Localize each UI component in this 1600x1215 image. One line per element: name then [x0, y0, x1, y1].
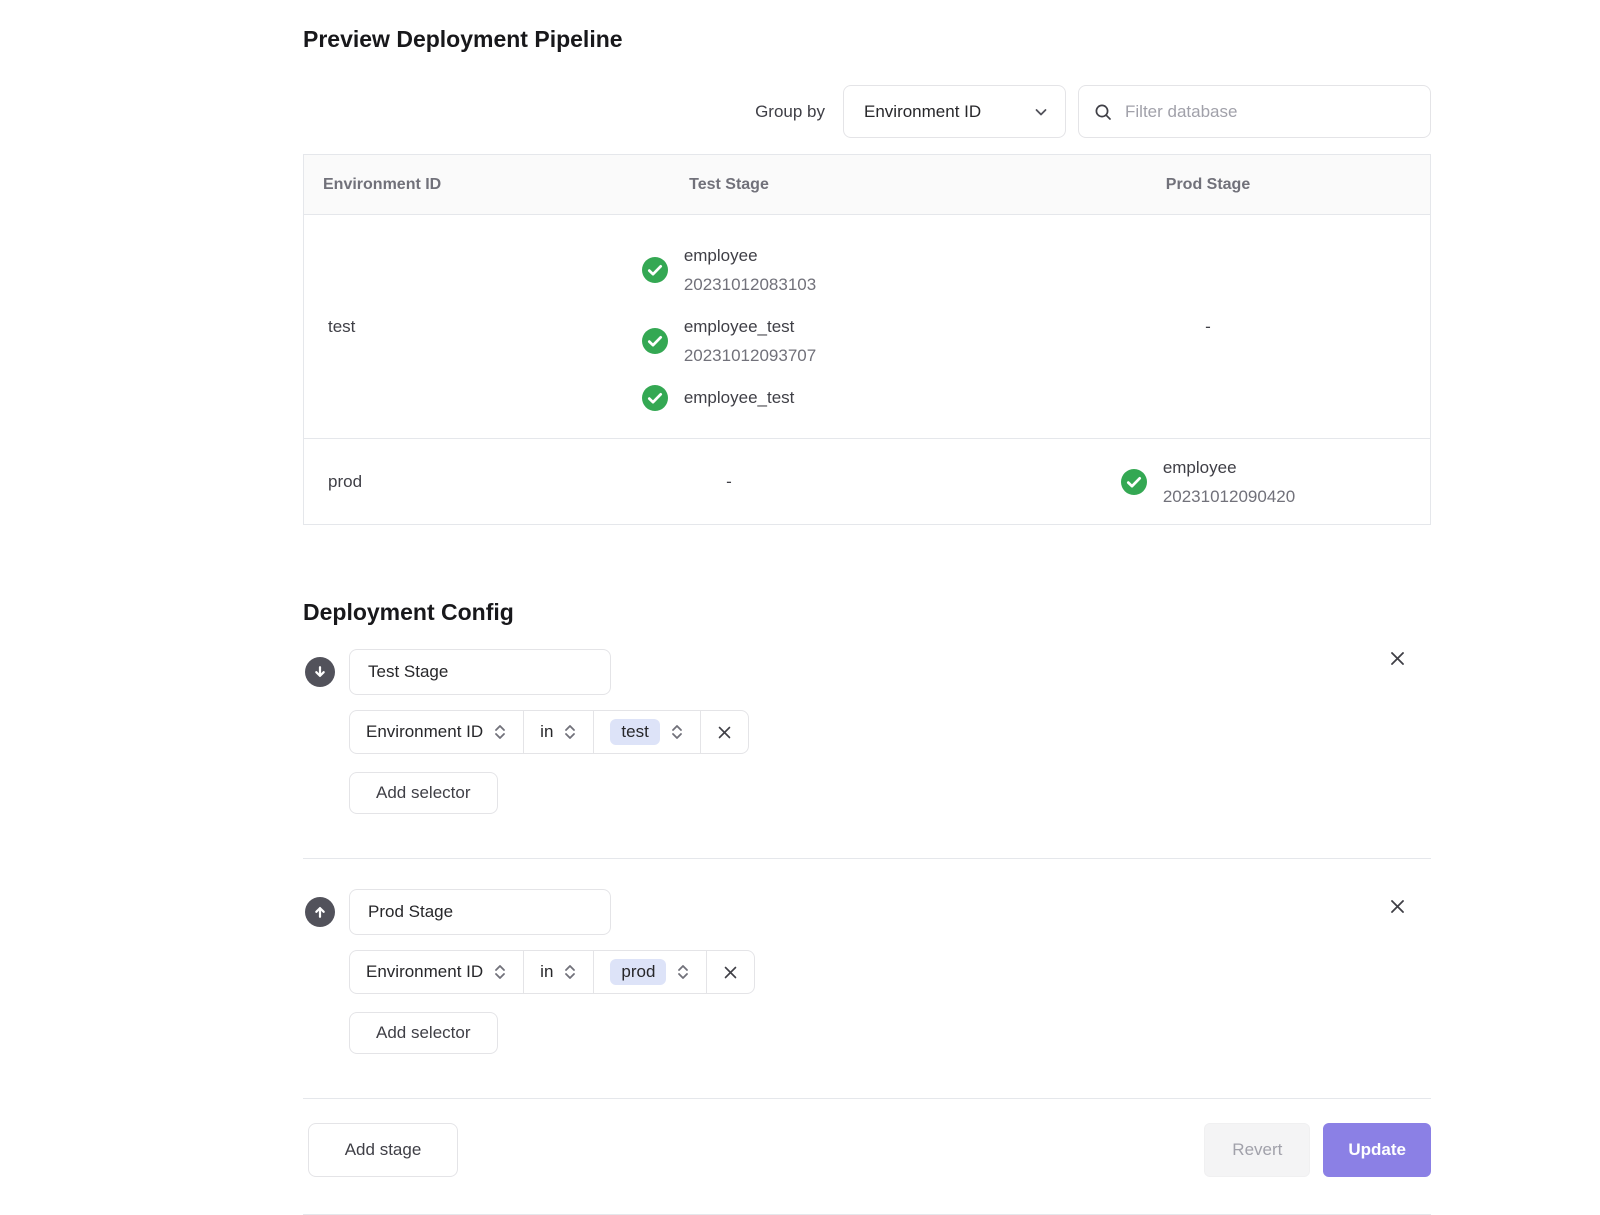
database-version: 20231012093707 — [684, 341, 816, 370]
filter-database-input[interactable] — [1123, 101, 1416, 123]
selector-value-select[interactable]: test — [593, 711, 699, 753]
success-check-icon — [1121, 469, 1147, 495]
remove-stage-button[interactable] — [1384, 893, 1411, 920]
up-down-chevrons-icon — [670, 723, 684, 741]
database-version: 20231012090420 — [1163, 482, 1295, 511]
column-header-test-stage: Test Stage — [474, 176, 984, 194]
pipeline-toolbar: Group by Environment ID — [303, 85, 1431, 138]
environment-id-cell: prod — [304, 472, 474, 492]
database-item: employee_test 20231012093707 — [642, 312, 816, 370]
add-stage-button[interactable]: Add stage — [308, 1123, 458, 1177]
remove-selector-button[interactable] — [700, 711, 748, 753]
deployment-config-title: Deployment Config — [303, 597, 1431, 627]
filter-database-box — [1078, 85, 1431, 138]
selector-group: Environment ID in prod — [349, 950, 755, 994]
selector-operator-value: in — [540, 962, 553, 982]
pipeline-table: Environment ID Test Stage Prod Stage tes… — [303, 154, 1431, 525]
database-list: employee 20231012083103 employee_test 20… — [642, 215, 816, 438]
stage-config-prod: Environment ID in prod — [303, 889, 1431, 1054]
selector-operator-select[interactable]: in — [523, 711, 593, 753]
group-by-select[interactable]: Environment ID — [843, 85, 1066, 138]
environment-id-cell: test — [304, 317, 474, 337]
database-name: employee — [684, 241, 816, 270]
group-by-selected-value: Environment ID — [864, 102, 981, 122]
up-down-chevrons-icon — [563, 723, 577, 741]
arrow-down-circle-icon — [305, 657, 335, 687]
database-item: employee_test — [642, 383, 816, 412]
arrow-up-circle-icon — [305, 897, 335, 927]
up-down-chevrons-icon — [493, 963, 507, 981]
close-icon — [716, 724, 733, 741]
page-title: Preview Deployment Pipeline — [303, 24, 1431, 54]
remove-stage-button[interactable] — [1384, 645, 1411, 672]
stage-name-input[interactable] — [349, 889, 611, 935]
up-down-chevrons-icon — [493, 723, 507, 741]
revert-button[interactable]: Revert — [1204, 1123, 1310, 1177]
database-name: employee — [1163, 453, 1295, 482]
chevron-down-icon — [1033, 104, 1049, 120]
column-header-environment-id: Environment ID — [304, 176, 474, 194]
close-icon — [1388, 897, 1407, 916]
selector-operator-select[interactable]: in — [523, 951, 593, 993]
stage-config-test: Environment ID in test — [303, 649, 1431, 814]
database-name: employee_test — [684, 383, 795, 412]
selector-key-select[interactable]: Environment ID — [350, 711, 523, 753]
selector-value-tag: prod — [610, 959, 666, 985]
up-down-chevrons-icon — [676, 963, 690, 981]
database-name: employee_test — [684, 312, 816, 341]
test-stage-cell: employee 20231012083103 employee_test 20… — [474, 215, 984, 438]
add-selector-button[interactable]: Add selector — [349, 772, 498, 814]
success-check-icon — [642, 385, 668, 411]
column-header-prod-stage: Prod Stage — [984, 176, 1432, 194]
close-icon — [722, 964, 739, 981]
selector-group: Environment ID in test — [349, 710, 749, 754]
prod-stage-empty-cell: - — [984, 317, 1432, 337]
prod-stage-cell: employee 20231012090420 — [984, 453, 1432, 511]
search-icon — [1093, 102, 1113, 122]
update-button[interactable]: Update — [1323, 1123, 1431, 1177]
database-version: 20231012083103 — [684, 270, 816, 299]
selector-value-tag: test — [610, 719, 659, 745]
group-by-label: Group by — [755, 102, 825, 122]
add-selector-button[interactable]: Add selector — [349, 1012, 498, 1054]
up-down-chevrons-icon — [563, 963, 577, 981]
selector-key-value: Environment ID — [366, 722, 483, 742]
section-divider — [303, 1098, 1431, 1099]
table-row: test employee 20231012083103 — [304, 215, 1430, 439]
config-footer: Add stage Revert Update — [303, 1123, 1431, 1177]
table-header-row: Environment ID Test Stage Prod Stage — [304, 155, 1430, 215]
test-stage-empty-cell: - — [474, 472, 984, 492]
section-divider — [303, 858, 1431, 859]
selector-value-select[interactable]: prod — [593, 951, 706, 993]
close-icon — [1388, 649, 1407, 668]
stage-name-input[interactable] — [349, 649, 611, 695]
database-item: employee 20231012090420 — [1121, 453, 1295, 511]
selector-key-select[interactable]: Environment ID — [350, 951, 523, 993]
table-row: prod - employee 20231012090420 — [304, 439, 1430, 524]
success-check-icon — [642, 257, 668, 283]
selector-key-value: Environment ID — [366, 962, 483, 982]
database-item: employee 20231012083103 — [642, 241, 816, 299]
remove-selector-button[interactable] — [706, 951, 754, 993]
success-check-icon — [642, 328, 668, 354]
deployment-pipeline-page: Preview Deployment Pipeline Group by Env… — [303, 0, 1431, 1215]
selector-operator-value: in — [540, 722, 553, 742]
